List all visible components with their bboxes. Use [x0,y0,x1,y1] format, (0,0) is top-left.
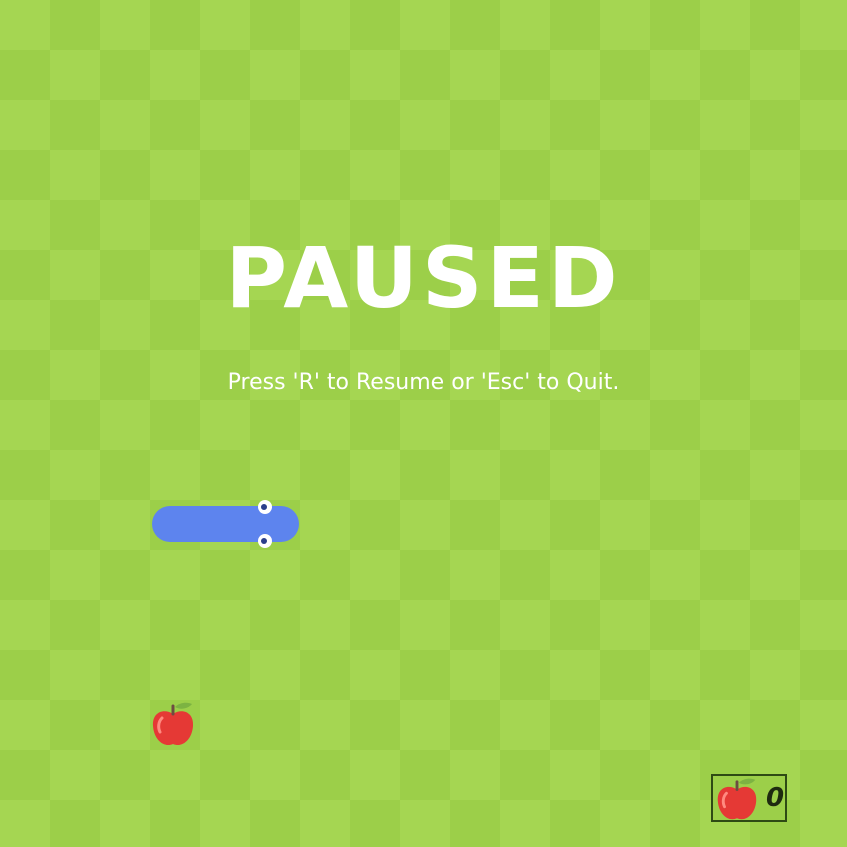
paused-title: PAUSED [225,229,622,327]
snake [152,500,299,548]
pause-instructions: Press 'R' to Resume or 'Esc' to Quit. [227,370,620,395]
snake-eye-top [258,500,272,514]
score-value: 0 [765,783,785,813]
apple-icon [152,702,194,746]
score-display: 0 [711,774,787,822]
game-board[interactable]: PAUSED Press 'R' to Resume or 'Esc' to Q… [0,0,847,847]
apple-icon [717,778,757,820]
snake-eye-bottom [258,534,272,548]
